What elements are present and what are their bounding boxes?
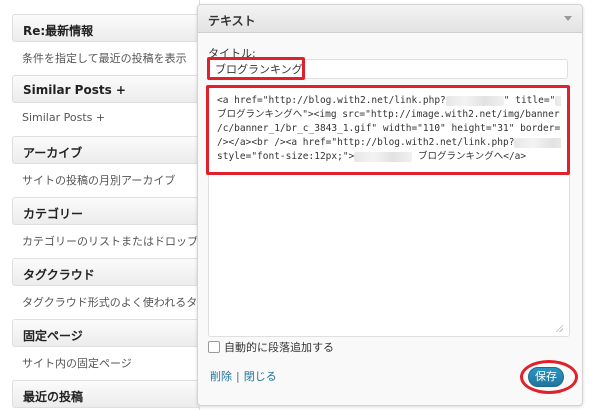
widget-title[interactable]: カテゴリー	[12, 197, 200, 225]
redacted-block	[354, 151, 413, 162]
code-line: <a href="http://blog.with2.net/link.php?…	[217, 94, 561, 108]
code-line: /></a><br /><a href="http://blog.with2.n…	[217, 136, 561, 150]
close-link[interactable]: 閉じる	[244, 370, 277, 383]
text-widget-dialog: テキスト タイトル: <a href="http://blog.with2.ne…	[197, 4, 583, 406]
code-line: ブログランキングへ"><img src="http://image.with2.…	[217, 109, 560, 120]
collapse-arrow-icon[interactable]	[564, 16, 572, 21]
redacted-block	[445, 95, 504, 106]
code-line: style="font-size:12px;"> ブログランキングへ</a>	[217, 151, 527, 162]
widget-title[interactable]: 最近の投稿	[12, 380, 200, 408]
redacted-block	[555, 95, 561, 106]
widget-description: Similar Posts +	[22, 111, 106, 124]
widget-title[interactable]: Re:最新情報	[12, 14, 200, 42]
widget-description: 条件を指定して最近の投稿を表示	[22, 52, 187, 65]
dialog-title: テキスト	[208, 14, 256, 28]
widget-title[interactable]: 固定ページ	[12, 319, 200, 347]
redacted-block	[514, 137, 561, 148]
widget-title[interactable]: Similar Posts +	[12, 75, 200, 103]
widget-list: Re:最新情報 条件を指定して最近の投稿を表示 Similar Posts + …	[0, 0, 200, 410]
widget-title[interactable]: タグクラウド	[12, 258, 200, 286]
save-button[interactable]: 保存	[528, 367, 564, 387]
content-textarea[interactable]: <a href="http://blog.with2.net/link.php?…	[208, 87, 570, 337]
widget-description: サイトの投稿の月別アーカイブ	[22, 174, 176, 187]
title-input[interactable]	[208, 59, 568, 79]
widget-description: タグクラウド形式のよく使われるタグ一覧	[22, 296, 200, 309]
widget-description: カテゴリーのリストまたはドロップダウン	[22, 235, 200, 248]
widget-title[interactable]: アーカイブ	[12, 136, 200, 164]
resize-grip-icon[interactable]	[555, 324, 563, 332]
dialog-header[interactable]: テキスト	[198, 5, 582, 33]
auto-paragraph-label: 自動的に段落追加する	[224, 341, 334, 354]
auto-paragraph-option[interactable]: 自動的に段落追加する	[208, 339, 334, 355]
code-line: /c/banner_1/br_c_3843_1.gif" width="110"…	[217, 123, 561, 134]
auto-paragraph-checkbox[interactable]	[208, 341, 220, 353]
footer-links: 削除 | 閉じる	[210, 368, 277, 384]
widget-description: サイト内の固定ページ	[22, 357, 132, 370]
delete-link[interactable]: 削除	[210, 370, 232, 383]
link-separator: |	[236, 370, 240, 383]
